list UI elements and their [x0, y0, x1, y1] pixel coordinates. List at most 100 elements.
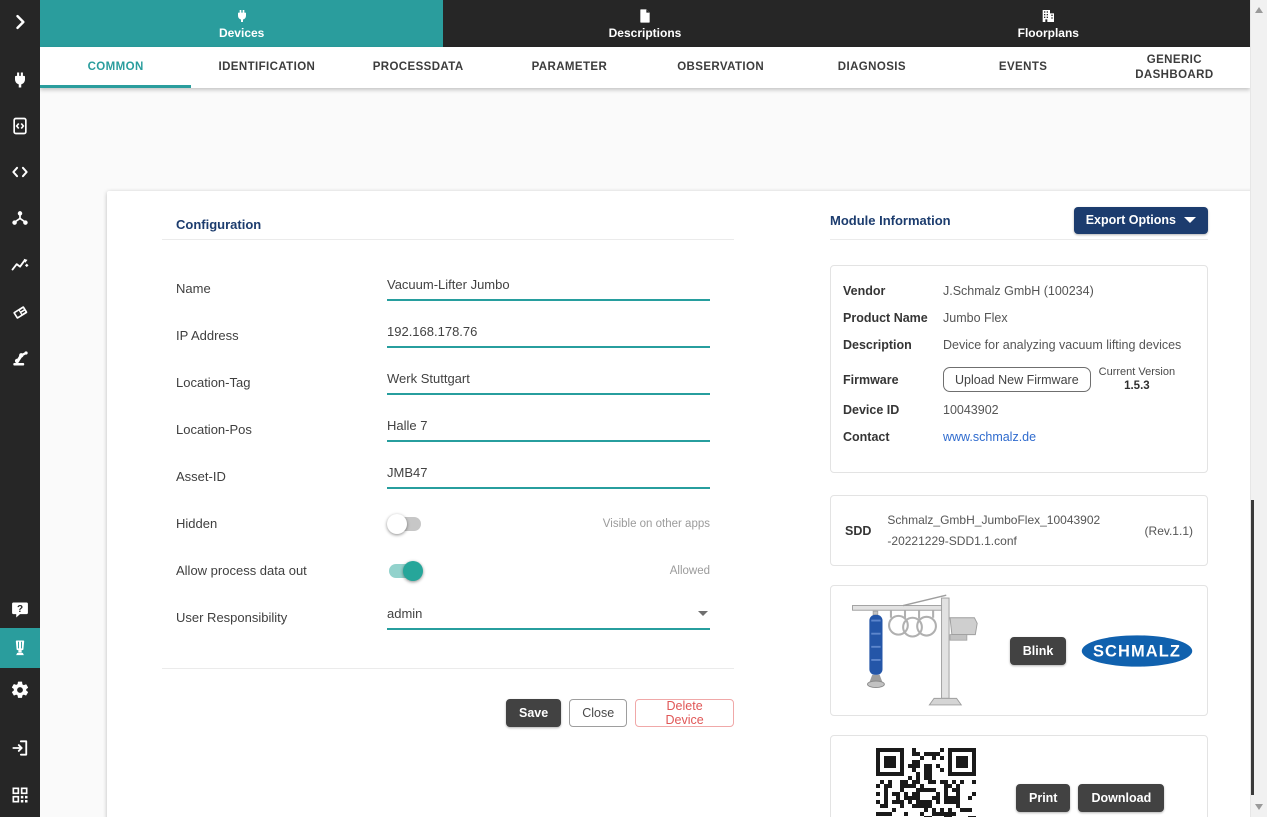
sidebar-item-robot[interactable]: [10, 348, 30, 368]
form-row-ip: IP Address: [162, 312, 724, 359]
device-code-icon: [10, 116, 30, 136]
robot-arm-icon: [10, 348, 30, 368]
user-responsibility-value: admin: [387, 606, 698, 621]
sidebar-item-qr-scan[interactable]: [10, 785, 30, 805]
device-id-value: 10043902: [943, 403, 999, 417]
upload-firmware-button[interactable]: Upload New Firmware: [943, 367, 1091, 392]
close-button[interactable]: Close: [569, 699, 627, 727]
scroll-down-arrow[interactable]: [1255, 804, 1263, 810]
info-row-description: Description Device for analyzing vacuum …: [843, 338, 1195, 352]
form-row-asset-id: Asset-ID: [162, 453, 724, 500]
print-button[interactable]: Print: [1016, 784, 1070, 812]
qr-actions: Print Download: [1016, 784, 1164, 812]
tab-observation[interactable]: OBSERVATION: [645, 47, 796, 88]
asset-id-label: Asset-ID: [162, 469, 387, 484]
tab-parameter[interactable]: PARAMETER: [494, 47, 645, 88]
trend-chart-icon: [10, 255, 30, 275]
process-data-out-toggle[interactable]: [387, 561, 423, 581]
top-navigation: Devices Descriptions Floorplans: [40, 0, 1250, 47]
section-tabbar: COMMON IDENTIFICATION PROCESSDATA PARAME…: [40, 47, 1250, 88]
save-button[interactable]: Save: [506, 699, 561, 727]
blink-button[interactable]: Blink: [1010, 637, 1067, 665]
gear-icon: [10, 680, 30, 700]
download-button[interactable]: Download: [1078, 784, 1164, 812]
info-row-product-name: Product Name Jumbo Flex: [843, 311, 1195, 325]
process-data-out-label: Allow process data out: [162, 563, 387, 578]
nav-tab-descriptions[interactable]: Descriptions: [443, 0, 846, 47]
form-row-user-responsibility: User Responsibility admin: [162, 594, 724, 641]
scroll-up-arrow[interactable]: [1255, 7, 1263, 13]
form-row-process-data-out: Allow process data out Allowed: [162, 547, 724, 594]
tag-card-icon: [10, 302, 30, 322]
sidebar-item-help[interactable]: ?: [10, 600, 30, 620]
form-row-hidden: Hidden Visible on other apps: [162, 500, 724, 547]
firmware-version: Current Version 1.5.3: [1099, 365, 1175, 394]
sidebar-item-code[interactable]: [10, 162, 30, 182]
chevron-down-icon: [1184, 217, 1196, 223]
sidebar-item-vacuum-lifter[interactable]: [10, 638, 30, 658]
form-row-location-tag: Location-Tag: [162, 359, 724, 406]
plug-icon: [234, 8, 250, 24]
hidden-toggle[interactable]: [387, 514, 423, 534]
chevron-down-icon: [698, 611, 708, 616]
plug-icon: [10, 70, 30, 90]
divider: [162, 668, 734, 669]
firmware-version-label: Current Version: [1099, 366, 1175, 378]
hub-network-icon: [10, 208, 30, 228]
qr-code-icon: [10, 785, 30, 805]
logout-icon: [10, 738, 30, 758]
sidebar-item-logout[interactable]: [10, 738, 30, 758]
asset-id-input[interactable]: [387, 465, 710, 489]
code-brackets-icon: [10, 162, 30, 182]
location-tag-label: Location-Tag: [162, 375, 387, 390]
sidebar-item-devices[interactable]: [10, 70, 30, 90]
sidebar-item-descriptions-code[interactable]: [10, 116, 30, 136]
sidebar-item-analytics[interactable]: [10, 255, 30, 275]
delete-device-button[interactable]: Delete Device: [635, 699, 734, 727]
content-area: Configuration Name IP Address Location-T…: [40, 88, 1250, 817]
name-input[interactable]: [387, 277, 710, 301]
sidebar-item-network[interactable]: [10, 208, 30, 228]
hidden-hint: Visible on other apps: [603, 518, 710, 530]
svg-text:?: ?: [17, 604, 23, 615]
configuration-form: Name IP Address Location-Tag Location-Po…: [162, 265, 724, 641]
tab-common[interactable]: COMMON: [40, 47, 191, 88]
description-value: Device for analyzing vacuum lifting devi…: [943, 338, 1181, 352]
scrollbar-thumb[interactable]: [1251, 500, 1254, 795]
module-info-card: Vendor J.Schmalz GmbH (100234) Product N…: [830, 265, 1208, 473]
tab-generic-dashboard[interactable]: GENERIC DASHBOARD: [1099, 47, 1250, 88]
ip-label: IP Address: [162, 328, 387, 343]
nav-tab-label: Descriptions: [609, 26, 682, 40]
sidebar-expand-button[interactable]: [10, 12, 30, 32]
tab-events[interactable]: EVENTS: [948, 47, 1099, 88]
vertical-scrollbar[interactable]: [1250, 0, 1267, 817]
sdd-card: SDD Schmalz_GmbH_JumboFlex_10043902-2022…: [830, 495, 1208, 566]
contact-link[interactable]: www.schmalz.de: [943, 430, 1036, 444]
chevron-right-icon: [10, 12, 30, 32]
process-data-out-hint: Allowed: [670, 565, 710, 577]
nav-tab-label: Devices: [219, 26, 264, 40]
user-responsibility-select[interactable]: admin: [387, 606, 710, 630]
contact-label: Contact: [843, 430, 943, 444]
tab-diagnosis[interactable]: DIAGNOSIS: [796, 47, 947, 88]
location-tag-input[interactable]: [387, 371, 710, 395]
export-options-button[interactable]: Export Options: [1074, 207, 1208, 234]
building-icon: [1040, 8, 1056, 24]
ip-input[interactable]: [387, 324, 710, 348]
sdd-revision: (Rev.1.1): [1145, 524, 1193, 538]
sidebar-item-settings[interactable]: [10, 680, 30, 700]
nav-tab-devices[interactable]: Devices: [40, 0, 443, 47]
location-pos-input[interactable]: [387, 418, 710, 442]
nav-tab-floorplans[interactable]: Floorplans: [847, 0, 1250, 47]
name-label: Name: [162, 281, 387, 296]
nav-tab-label: Floorplans: [1018, 26, 1079, 40]
vendor-label: Vendor: [843, 284, 943, 298]
divider: [830, 239, 1208, 240]
tab-identification[interactable]: IDENTIFICATION: [191, 47, 342, 88]
tab-processdata[interactable]: PROCESSDATA: [343, 47, 494, 88]
info-row-contact: Contact www.schmalz.de: [843, 430, 1195, 444]
qr-code: [876, 748, 976, 817]
sidebar-item-labels[interactable]: [10, 302, 30, 322]
schmalz-logo: SCHMALZ: [1081, 634, 1193, 668]
vacuum-lifter-icon: [10, 638, 30, 658]
